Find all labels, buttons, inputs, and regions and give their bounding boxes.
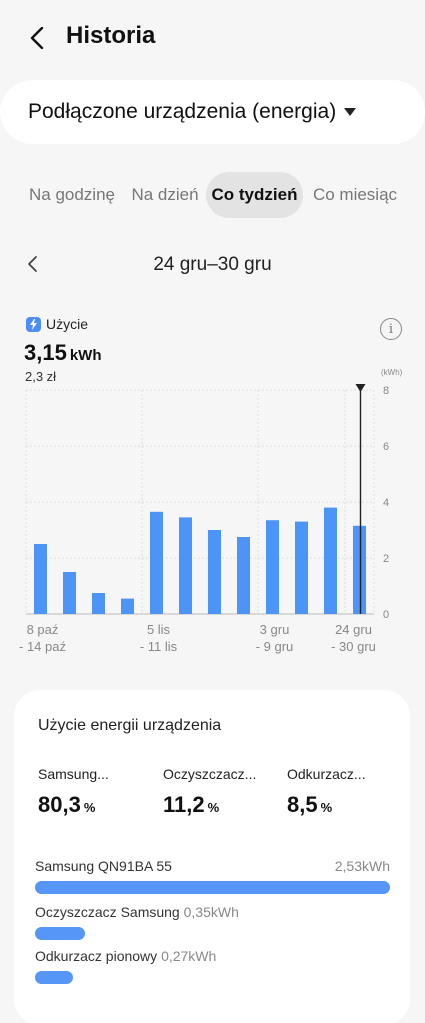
device-kwh: 0,35kWh [183,904,239,920]
chart-bar [63,572,76,614]
usage-chart: 0 2 4 6 8 (kWh) 8 paź - 14 paź 5 lis - 11 lis 3 gr… [19,368,403,654]
x-tick-label: - 30 gru [331,639,376,654]
y-tick-label: 0 [383,609,389,621]
share-name: Samsung... [38,766,109,782]
chart-bar [208,530,221,614]
y-tick-label: 2 [383,553,389,565]
usage-label: Użycie [46,316,89,332]
device-name: Odkurzacz pionowy [35,948,158,964]
share-name: Oczyszczacz... [163,766,257,782]
share-item: Oczyszczacz... 11,2% [163,766,256,818]
y-tick-label: 8 [383,385,389,397]
device-name: Oczyszczacz Samsung [35,904,180,920]
selection-marker [355,384,366,392]
chart-bar [179,517,192,614]
tab-daily[interactable]: Na dzień [129,172,201,218]
device-usage-card: Użycie energii urządzenia Samsung... 80,… [14,690,410,1023]
chart-bar [92,593,105,614]
device-category-dropdown[interactable]: Podłączone urządzenia (energia) [0,80,425,144]
share-name: Odkurzacz... [287,766,366,782]
share-item: Samsung... 80,3% [38,766,109,818]
x-tick-label: 8 paź [27,622,59,637]
y-tick-label: 6 [383,441,389,453]
card-title: Użycie energii urządzenia [38,717,222,734]
x-tick-label: - 11 lis [140,639,178,654]
x-tick-label: 3 gru [260,622,290,637]
back-button[interactable] [22,22,52,54]
tab-monthly[interactable]: Co miesiąc [310,172,400,218]
period-tabs: Na godzinę Na dzień Co tydzień Co miesią… [26,172,406,218]
dropdown-label: Podłączone urządzenia (energia) [28,100,337,123]
share-unit: % [207,800,220,815]
chevron-left-icon [30,27,44,49]
x-tick-label: - 9 gru [256,639,294,654]
device-usage-bar [35,881,390,894]
usage-number: 3,15 [24,340,67,365]
y-tick-label: 4 [383,497,389,509]
x-tick-label: 24 gru [335,622,372,637]
usage-value: 3,15 kWh [24,340,102,366]
x-tick-label: 5 lis [147,622,171,637]
chart-bar [324,507,337,614]
share-value: 8,5 [287,792,318,817]
info-icon[interactable]: i [380,318,402,340]
header: Historia [0,0,425,76]
device-kwh: 2,53kWh [334,858,390,874]
page-title: Historia [66,22,156,49]
device-usage-bar [35,927,85,940]
x-tick-label: - 14 paź [19,639,66,654]
device-kwh: 0,27kWh [161,948,217,964]
chart-bar [34,544,47,614]
share-value: 11,2 [163,792,205,817]
chart-bar [353,525,366,614]
chart-bar [150,511,163,614]
tab-hourly[interactable]: Na godzinę [26,172,118,218]
chart-bar [266,520,279,614]
device-row[interactable]: Samsung QN91BA 55 2,53kWh [35,858,390,894]
share-value: 80,3 [38,792,81,817]
unit-label: (kWh) [381,368,403,377]
device-usage-bar [35,971,73,984]
share-item: Odkurzacz... 8,5% [287,766,366,818]
chart-bar [237,537,250,614]
share-unit: % [83,800,96,815]
chart-bar [295,521,308,614]
tab-weekly[interactable]: Co tydzień [206,172,303,218]
period-label: 24 gru–30 gru [153,254,272,275]
device-row[interactable]: Odkurzacz pionowy 0,27kWh [35,948,390,984]
usage-unit: kWh [69,347,102,364]
dropdown-arrow-icon [344,108,357,116]
share-unit: % [320,800,333,815]
device-row[interactable]: Oczyszczacz Samsung 0,35kWh [35,904,390,940]
chart-bar [121,598,134,614]
period-navigator: 24 gru–30 gru [0,246,425,286]
lightning-icon [26,317,41,332]
